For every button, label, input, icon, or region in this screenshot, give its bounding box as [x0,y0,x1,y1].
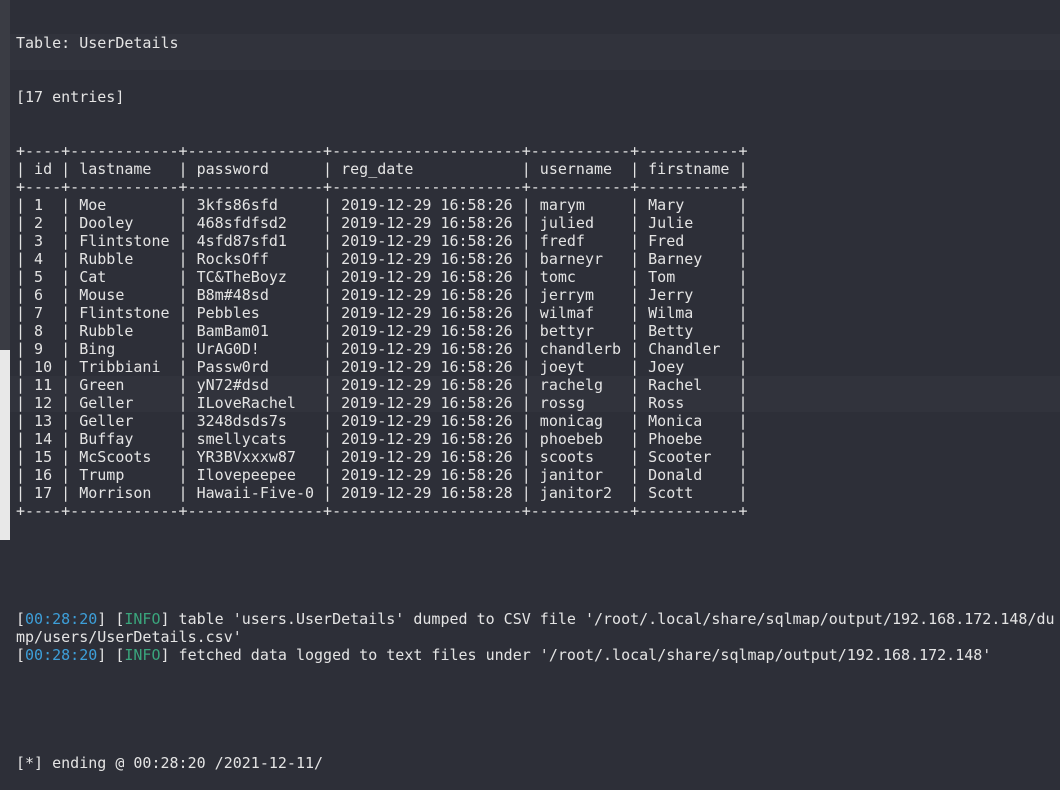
table-title: Table: UserDetails [16,34,179,52]
table-border: +----+------------+---------------+-----… [16,178,748,196]
results-table: +----+------------+---------------+-----… [16,142,1060,520]
table-row: | 5 | Cat | TC&TheBoyz | 2019-12-29 16:5… [16,268,748,286]
table-row: | 9 | Bing | UrAG0D! | 2019-12-29 16:58:… [16,340,748,358]
table-border: +----+------------+---------------+-----… [16,502,748,520]
background-window-edge [0,0,10,540]
table-border: +----+------------+---------------+-----… [16,142,748,160]
ending-line: [*] ending @ 00:28:20 /2021-12-11/ [16,754,324,772]
table-row: | 8 | Rubble | BamBam01 | 2019-12-29 16:… [16,322,748,340]
table-row: | 16 | Trump | Ilovepeepee | 2019-12-29 … [16,466,748,484]
table-header: | id | lastname | password | reg_date | … [16,160,748,178]
log-line: [00:28:20] [INFO] fetched data logged to… [16,646,992,664]
table-row: | 6 | Mouse | B8m#48sd | 2019-12-29 16:5… [16,286,748,304]
table-row: | 10 | Tribbiani | Passw0rd | 2019-12-29… [16,358,748,376]
table-row: | 1 | Moe | 3kfs86sfd | 2019-12-29 16:58… [16,196,748,214]
table-row: | 15 | McScoots | YR3BVxxxw87 | 2019-12-… [16,448,748,466]
table-row: | 2 | Dooley | 468sfdfsd2 | 2019-12-29 1… [16,214,748,232]
log-timestamp: 00:28:20 [25,610,98,628]
table-row: | 3 | Flintstone | 4sfd87sfd1 | 2019-12-… [16,232,748,250]
terminal-output[interactable]: Table: UserDetails [17 entries] +----+--… [16,0,1060,790]
table-row: | 7 | Flintstone | Pebbles | 2019-12-29 … [16,304,748,322]
log-timestamp: 00:28:20 [25,646,98,664]
table-row: | 12 | Geller | ILoveRachel | 2019-12-29… [16,394,748,412]
table-row: | 11 | Green | yN72#dsd | 2019-12-29 16:… [16,376,748,394]
table-row: | 14 | Buffay | smellycats | 2019-12-29 … [16,430,748,448]
table-row: | 4 | Rubble | RocksOff | 2019-12-29 16:… [16,250,748,268]
log-output: [00:28:20] [INFO] table 'users.UserDetai… [16,610,1060,664]
log-level: INFO [124,646,161,664]
log-level: INFO [124,610,161,628]
entry-count: [17 entries] [16,88,125,106]
log-line: mp/users/UserDetails.csv' [16,628,242,646]
log-line: [00:28:20] [INFO] table 'users.UserDetai… [16,610,1055,628]
table-row: | 13 | Geller | 3248dsds7s | 2019-12-29 … [16,412,748,430]
table-row: | 17 | Morrison | Hawaii-Five-0 | 2019-1… [16,484,748,502]
